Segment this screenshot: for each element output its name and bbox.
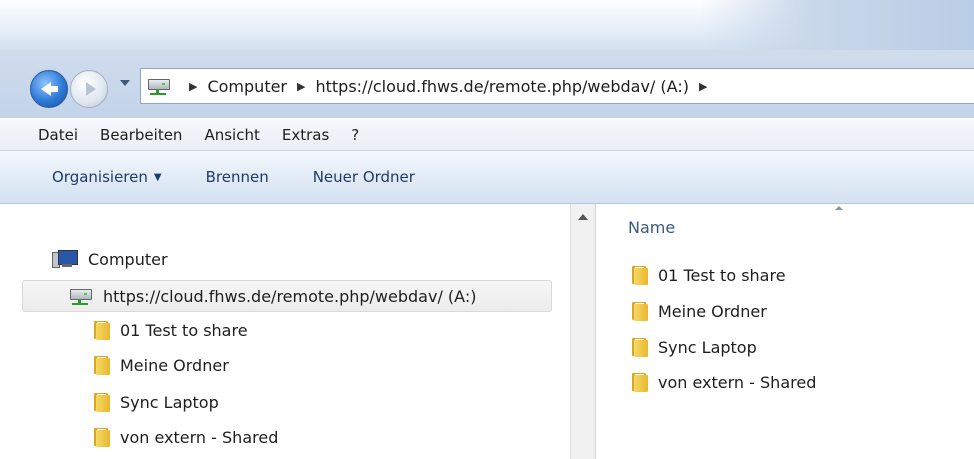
menu-help[interactable]: ? [351, 126, 359, 144]
organize-label: Organisieren [52, 168, 148, 186]
menu-view[interactable]: Ansicht [204, 126, 259, 144]
folder-icon [92, 355, 110, 375]
tree-item-label: Computer [88, 249, 168, 269]
recent-pages-dropdown[interactable] [120, 80, 130, 86]
menu-tools[interactable]: Extras [282, 126, 329, 144]
list-item-label: Meine Ordner [658, 301, 767, 321]
folder-icon [630, 372, 648, 392]
computer-icon [52, 248, 78, 270]
menu-bar: Datei Bearbeiten Ansicht Extras ? [0, 120, 974, 151]
title-bar-blur [700, 0, 974, 50]
network-drive-icon [147, 76, 170, 96]
scroll-up-icon[interactable] [578, 214, 588, 220]
tree-item-label: Meine Ordner [120, 355, 229, 375]
tree-item-label: https://cloud.fhws.de/remote.php/webdav/… [103, 286, 477, 306]
menu-file[interactable]: Datei [38, 126, 78, 144]
tree-item-label: 01 Test to share [120, 320, 248, 340]
tree-item-drive[interactable]: https://cloud.fhws.de/remote.php/webdav/… [22, 280, 552, 312]
chevron-down-icon: ▼ [153, 171, 162, 183]
list-item[interactable]: 01 Test to share [630, 265, 786, 285]
list-item[interactable]: Sync Laptop [630, 337, 757, 357]
tree-item-folder[interactable]: Sync Laptop [92, 392, 219, 412]
column-header-name[interactable]: Name [628, 218, 675, 237]
list-item-label: von extern - Shared [658, 372, 817, 392]
menu-edit[interactable]: Bearbeiten [100, 126, 182, 144]
breadcrumb-computer[interactable]: Computer [207, 77, 287, 96]
folder-icon [92, 392, 110, 412]
folder-icon [630, 337, 648, 357]
folder-icon [92, 427, 110, 447]
folder-icon [630, 265, 648, 285]
organize-button[interactable]: Organisieren ▼ [52, 168, 162, 186]
tree-item-label: Sync Laptop [120, 392, 219, 412]
list-item-label: 01 Test to share [658, 265, 786, 285]
new-folder-button[interactable]: Neuer Ordner [313, 168, 415, 186]
sort-ascending-icon [835, 206, 843, 210]
list-item[interactable]: von extern - Shared [630, 372, 816, 392]
tree-item-folder[interactable]: Meine Ordner [92, 355, 229, 375]
new-folder-label: Neuer Ordner [312, 168, 415, 186]
chevron-right-icon[interactable]: ▶ [189, 80, 197, 93]
tree-item-folder[interactable]: 01 Test to share [92, 320, 248, 340]
network-drive-icon [69, 286, 93, 306]
command-bar: Organisieren ▼ Brennen Neuer Ordner [0, 151, 974, 204]
back-button[interactable] [30, 70, 68, 108]
burn-button[interactable]: Brennen [206, 168, 269, 186]
chevron-right-icon[interactable]: ▶ [699, 80, 707, 93]
folder-icon [92, 320, 110, 340]
tree-item-label: von extern - Shared [120, 427, 279, 447]
burn-label: Brennen [205, 168, 269, 186]
list-item[interactable]: Meine Ordner [630, 301, 767, 321]
navigation-scrollbar[interactable] [570, 204, 596, 459]
navigation-pane: Computer https://cloud.fhws.de/remote.ph… [0, 204, 570, 459]
chevron-right-icon[interactable]: ▶ [297, 80, 305, 93]
forward-button[interactable] [70, 70, 108, 108]
address-bar[interactable]: ▶ Computer ▶ https://cloud.fhws.de/remot… [140, 68, 974, 104]
list-item-label: Sync Laptop [658, 337, 757, 357]
tree-item-folder[interactable]: von extern - Shared [92, 427, 278, 447]
folder-icon [630, 301, 648, 321]
breadcrumb-drive[interactable]: https://cloud.fhws.de/remote.php/webdav/… [315, 77, 688, 96]
file-list: Name 01 Test to share Meine Ordner Sync … [596, 204, 974, 459]
tree-item-computer[interactable]: Computer [52, 248, 168, 270]
